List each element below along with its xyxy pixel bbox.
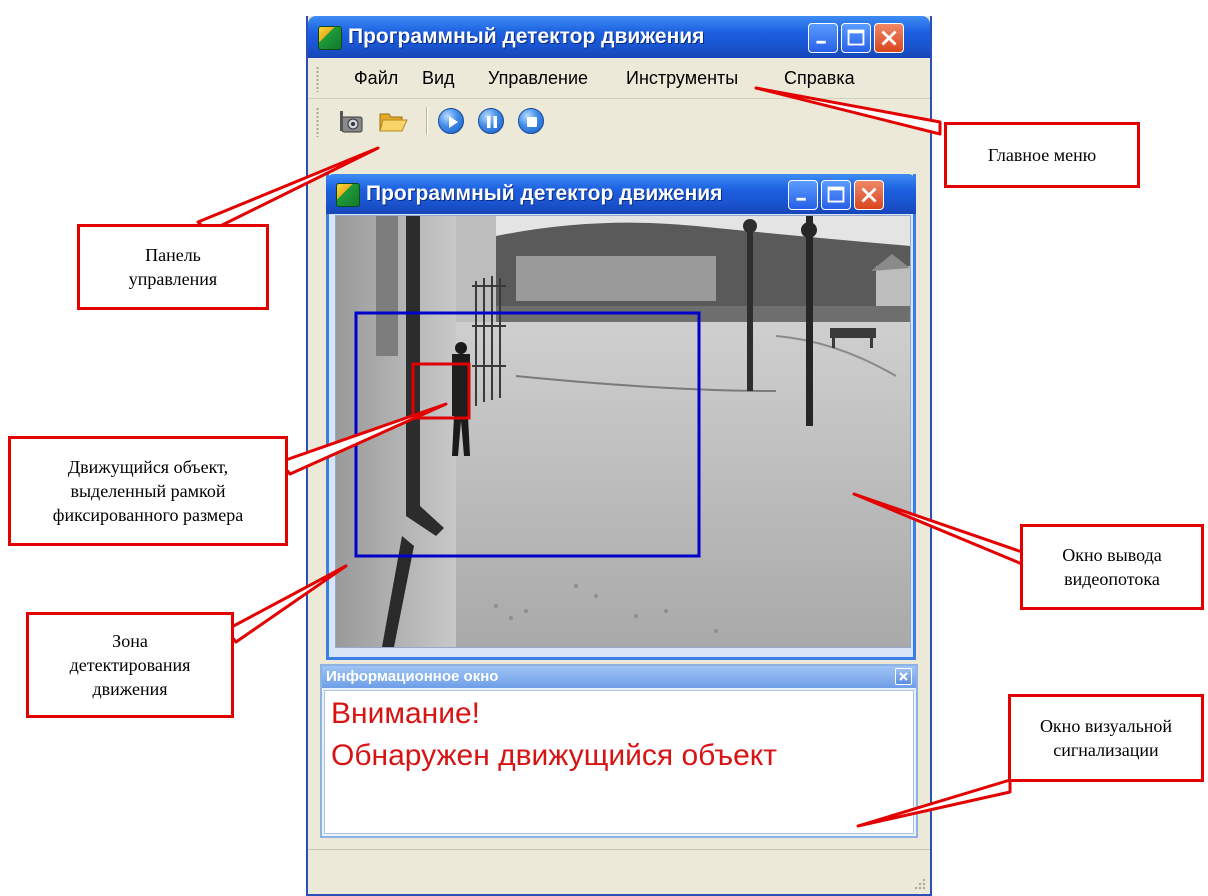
pointer-video-window <box>852 492 1024 566</box>
pointer-main-menu <box>754 86 942 136</box>
callout-visual-alarm-line2: сигнализации <box>1053 740 1159 760</box>
callout-detection-zone: Зона детектирования движения <box>26 612 234 718</box>
callout-video-window: Окно вывода видеопотока <box>1020 524 1204 610</box>
callout-detection-zone-line1: Зона <box>112 630 148 651</box>
callout-moving-object-line2: выделенный рамкой <box>70 480 226 501</box>
callout-moving-object-line3: фиксированного размера <box>52 505 244 526</box>
callout-detection-zone-line3: движения <box>92 679 168 700</box>
callout-video-window-line1: Окно вывода <box>1062 544 1162 565</box>
callout-main-menu: Главное меню <box>944 122 1140 188</box>
callout-control-panel: Панель управления <box>77 224 269 310</box>
callout-visual-alarm-line1: Окно визуальной <box>1039 715 1173 736</box>
callout-moving-object-line1: Движущийся объект, <box>67 456 229 477</box>
callout-main-menu-text: Главное меню <box>987 144 1097 165</box>
callout-moving-object: Движущийся объект, выделенный рамкой фик… <box>8 436 288 546</box>
callout-visual-alarm: Окно визуальной сигнализации <box>1008 694 1204 782</box>
pointer-control-panel <box>196 146 380 234</box>
callout-control-panel-line2: управления <box>128 269 218 289</box>
callout-detection-zone-line2: детектирования <box>69 654 191 675</box>
pointer-moving-object <box>278 402 448 476</box>
callout-video-window-line2: видеопотока <box>1064 569 1160 589</box>
pointer-visual-alarm <box>856 778 1012 828</box>
callout-control-panel-line1: Панель <box>145 244 201 265</box>
pointer-detection-zone <box>224 564 348 644</box>
